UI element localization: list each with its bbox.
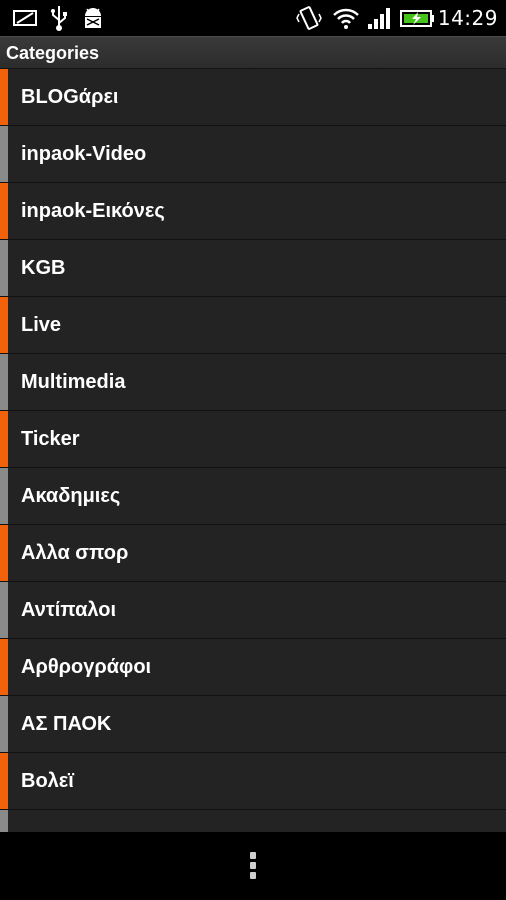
category-label: Αντίπαλοι	[21, 599, 117, 621]
overflow-menu-icon[interactable]	[249, 852, 257, 882]
category-accent-stripe	[0, 183, 8, 239]
category-label: Βολεϊ	[21, 770, 74, 792]
category-item[interactable]: ΑΣ ΠΑΟΚ	[0, 696, 506, 753]
category-item[interactable]: Ακαδημιες	[0, 468, 506, 525]
category-label: Multimedia	[21, 371, 126, 393]
category-accent-stripe	[0, 639, 8, 695]
category-accent-stripe	[0, 297, 8, 353]
category-item[interactable]	[0, 810, 506, 832]
category-item[interactable]: inpaok-Εικόνες	[0, 183, 506, 240]
signal-icon	[368, 8, 390, 29]
category-accent-stripe	[0, 696, 8, 752]
category-label: Live	[21, 314, 62, 336]
category-label: Ακαδημιες	[21, 485, 121, 507]
category-item[interactable]: Βολεϊ	[0, 753, 506, 810]
category-item[interactable]: inpaok-Video	[0, 126, 506, 183]
category-item[interactable]: Αρθρογράφοι	[0, 639, 506, 696]
android-debug-icon	[85, 8, 101, 28]
categories-header: Categories	[0, 36, 506, 69]
category-label: inpaok-Εικόνες	[21, 200, 165, 222]
category-label: BLOGάρει	[21, 86, 119, 108]
usb-icon	[51, 6, 67, 31]
category-accent-stripe	[0, 411, 8, 467]
category-item[interactable]: Live	[0, 297, 506, 354]
wifi-icon	[333, 8, 359, 29]
screenshot-icon	[13, 10, 37, 26]
category-accent-stripe	[0, 810, 8, 832]
battery-charging-icon	[400, 10, 434, 27]
category-item[interactable]: Multimedia	[0, 354, 506, 411]
category-accent-stripe	[0, 126, 8, 182]
category-list[interactable]: BLOGάρει inpaok-Video inpaok-Εικόνες KGB Liv…	[0, 69, 506, 832]
category-item[interactable]: BLOGάρει	[0, 69, 506, 126]
category-item[interactable]: Αλλα σπορ	[0, 525, 506, 582]
bottom-bar	[0, 832, 506, 900]
category-item[interactable]: Αντίπαλοι	[0, 582, 506, 639]
category-label: KGB	[21, 257, 66, 279]
category-label: inpaok-Video	[21, 143, 147, 165]
status-bar: 14:29	[0, 0, 506, 36]
category-item[interactable]: Ticker	[0, 411, 506, 468]
category-label: Αρθρογράφοι	[21, 656, 152, 678]
category-label: Ticker	[21, 428, 80, 450]
category-label: ΑΣ ΠΑΟΚ	[21, 713, 112, 735]
vibrate-icon	[296, 6, 322, 30]
category-label: Αλλα σπορ	[21, 542, 129, 564]
category-accent-stripe	[0, 354, 8, 410]
category-accent-stripe	[0, 240, 8, 296]
category-accent-stripe	[0, 525, 8, 581]
page-title: Categories	[6, 43, 100, 63]
category-accent-stripe	[0, 69, 8, 125]
category-accent-stripe	[0, 468, 8, 524]
category-accent-stripe	[0, 753, 8, 809]
clock: 14:29	[437, 6, 498, 30]
category-accent-stripe	[0, 582, 8, 638]
category-item[interactable]: KGB	[0, 240, 506, 297]
